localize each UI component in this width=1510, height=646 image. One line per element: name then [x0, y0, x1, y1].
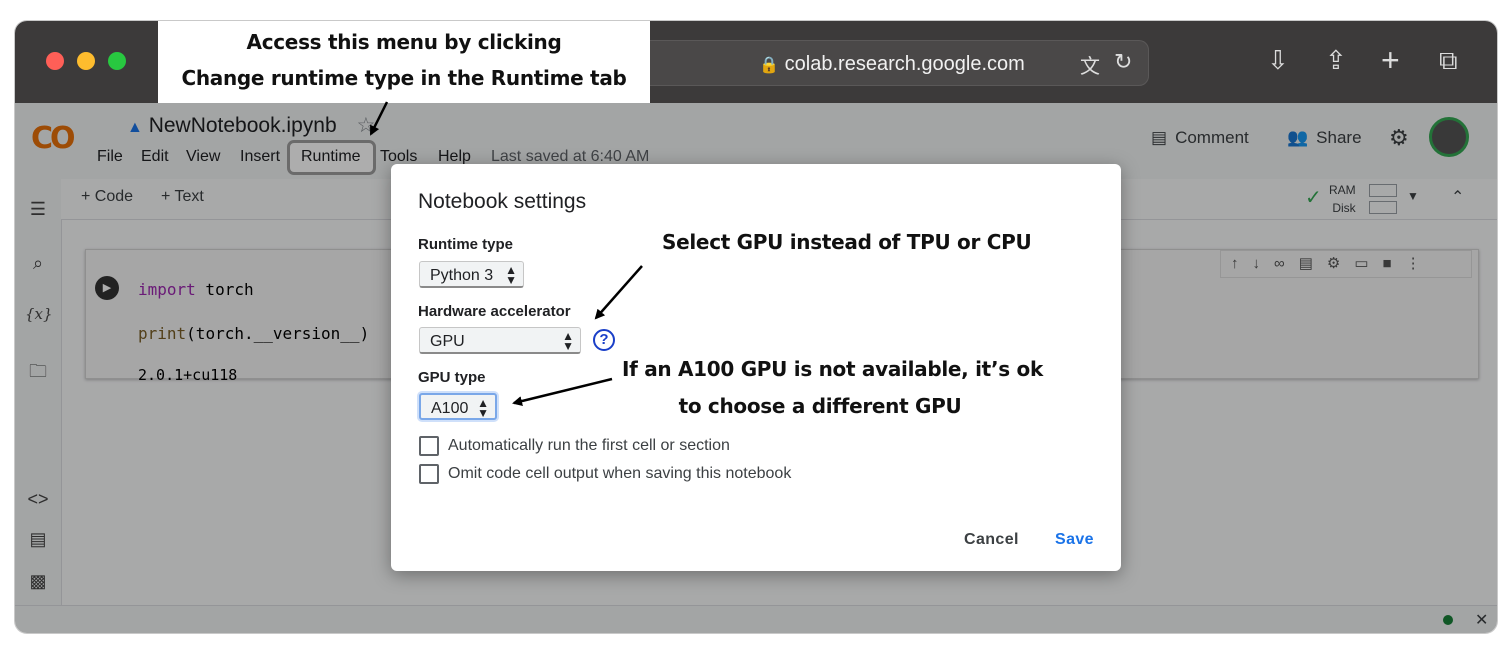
arrow-to-runtime-menu	[369, 101, 389, 136]
arrow-to-hardware-select	[594, 265, 643, 320]
arrow-to-gpu-type-select	[512, 377, 613, 406]
annotation-arrows	[369, 101, 643, 406]
